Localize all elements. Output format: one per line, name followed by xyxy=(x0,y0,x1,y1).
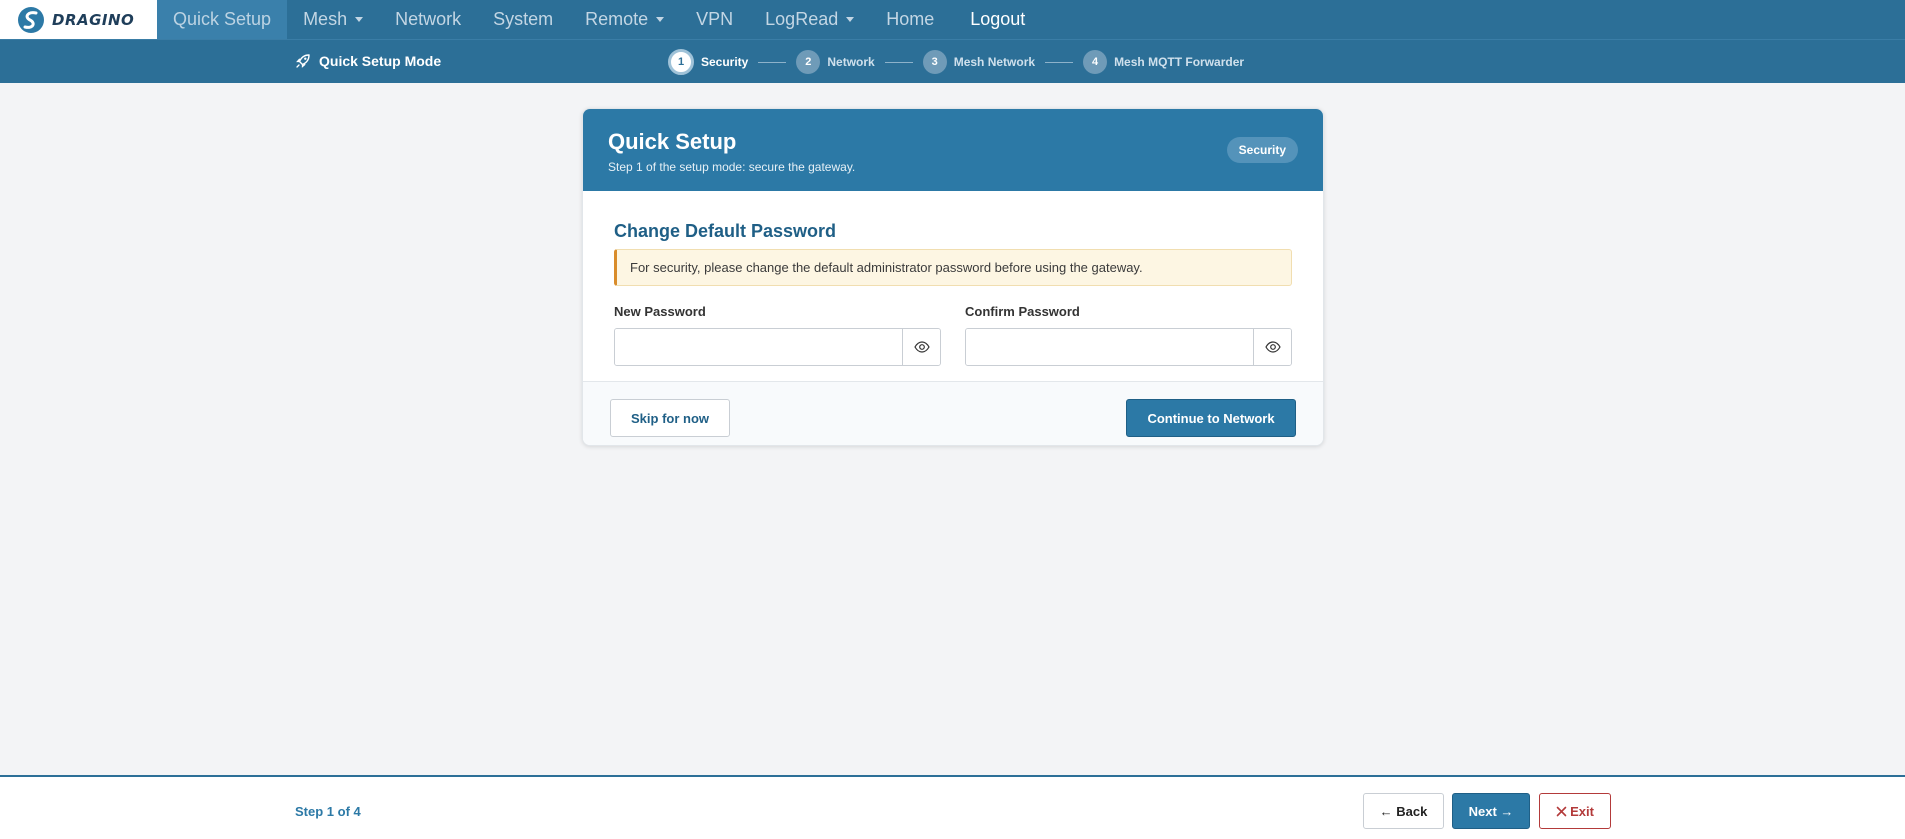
step-connector xyxy=(1045,61,1074,63)
nav-item-label: LogRead xyxy=(765,9,839,29)
exit-button[interactable]: Exit xyxy=(1539,793,1611,829)
toggle-confirm-password-visibility[interactable] xyxy=(1253,329,1291,365)
step-label: Mesh Network xyxy=(953,55,1036,69)
setup-steps: 1 Security 2 Network 3 Mesh Network 4 Me… xyxy=(668,49,1244,75)
card-footer: Skip for now Continue to Network xyxy=(583,381,1323,445)
security-alert: For security, please change the default … xyxy=(614,249,1292,286)
card-title: Quick Setup xyxy=(608,129,737,154)
eye-icon xyxy=(913,341,930,353)
nav-item-home[interactable]: Home xyxy=(870,0,950,39)
step-count: Step 1 of 4 xyxy=(295,804,361,819)
card-header: Quick Setup Step 1 of the setup mode: se… xyxy=(583,109,1323,191)
nav-item-quick-setup[interactable]: Quick Setup xyxy=(157,0,288,39)
nav-item-label: VPN xyxy=(696,9,734,29)
brand-name: DRAGINO xyxy=(52,10,135,29)
new-password-field: New Password xyxy=(614,304,941,366)
quick-setup-mode-label: Quick Setup Mode xyxy=(295,53,441,69)
caret-down-icon xyxy=(656,17,665,22)
back-button[interactable]: ← Back xyxy=(1363,793,1444,829)
nav-item-system[interactable]: System xyxy=(477,0,569,39)
new-password-group xyxy=(614,328,941,366)
step-mesh-network[interactable]: 3 Mesh Network xyxy=(922,50,1036,74)
nav-item-mesh[interactable]: Mesh xyxy=(287,0,379,39)
nav-item-logread[interactable]: LogRead xyxy=(749,0,870,39)
step-number: 3 xyxy=(922,50,947,74)
nav-item-logout[interactable]: Logout xyxy=(954,0,1041,39)
step-label: Network xyxy=(827,55,875,69)
skip-button[interactable]: Skip for now xyxy=(610,399,730,437)
step-label: Security xyxy=(701,55,749,69)
step-label: Mesh MQTT Forwarder xyxy=(1114,55,1245,69)
dragino-logo-icon xyxy=(18,6,44,33)
nav-item-label: Network xyxy=(395,9,462,29)
confirm-password-input[interactable] xyxy=(966,329,1253,365)
step-connector xyxy=(758,61,787,63)
card-body: Change Default Password For security, pl… xyxy=(583,191,1323,381)
setup-stepper-bar: Quick Setup Mode 1 Security 2 Network 3 … xyxy=(0,39,1905,83)
step-number: 2 xyxy=(796,50,821,74)
nav-item-label: Mesh xyxy=(303,9,348,29)
nav-item-label: Remote xyxy=(585,9,649,29)
toggle-new-password-visibility[interactable] xyxy=(902,329,940,365)
confirm-password-field: Confirm Password xyxy=(965,304,1292,366)
nav-item-vpn[interactable]: VPN xyxy=(680,0,749,39)
new-password-input[interactable] xyxy=(615,329,902,365)
step-connector xyxy=(884,61,913,63)
step-badge: Security xyxy=(1226,137,1298,163)
section-title: Change Default Password xyxy=(614,221,837,241)
eye-icon xyxy=(1264,341,1281,353)
nav-item-label: System xyxy=(493,9,554,29)
next-button[interactable]: Next → xyxy=(1452,793,1530,829)
step-mesh-mqtt-forwarder[interactable]: 4 Mesh MQTT Forwarder xyxy=(1083,50,1244,74)
quick-setup-mode-text: Quick Setup Mode xyxy=(319,53,442,69)
confirm-password-label: Confirm Password xyxy=(965,304,1080,319)
nav-item-label: Quick Setup xyxy=(173,9,272,29)
step-network[interactable]: 2 Network xyxy=(796,50,875,74)
close-icon xyxy=(1556,806,1567,816)
card-subtitle: Step 1 of the setup mode: secure the gat… xyxy=(608,160,856,174)
brand-logo[interactable]: DRAGINO xyxy=(0,0,157,39)
password-fields: New Password Confirm Password xyxy=(614,304,1292,366)
quick-setup-card: Quick Setup Step 1 of the setup mode: se… xyxy=(582,108,1324,446)
caret-down-icon xyxy=(846,17,855,22)
continue-to-network-button[interactable]: Continue to Network xyxy=(1126,399,1296,437)
nav-item-label: Logout xyxy=(970,9,1026,29)
confirm-password-group xyxy=(965,328,1292,366)
step-security[interactable]: 1 Security xyxy=(668,49,748,75)
bottom-action-bar: Step 1 of 4 ← Back Next → Exit xyxy=(0,775,1905,839)
caret-down-icon xyxy=(355,17,364,22)
exit-label: Exit xyxy=(1570,803,1594,819)
rocket-icon xyxy=(296,54,310,68)
nav-item-network[interactable]: Network xyxy=(379,0,477,39)
new-password-label: New Password xyxy=(614,304,706,319)
step-number: 4 xyxy=(1083,50,1108,74)
top-navbar: DRAGINO Quick Setup Mesh Network System … xyxy=(0,0,1905,39)
nav-item-remote[interactable]: Remote xyxy=(569,0,680,39)
step-number: 1 xyxy=(668,49,694,75)
nav-item-label: Home xyxy=(886,9,935,29)
